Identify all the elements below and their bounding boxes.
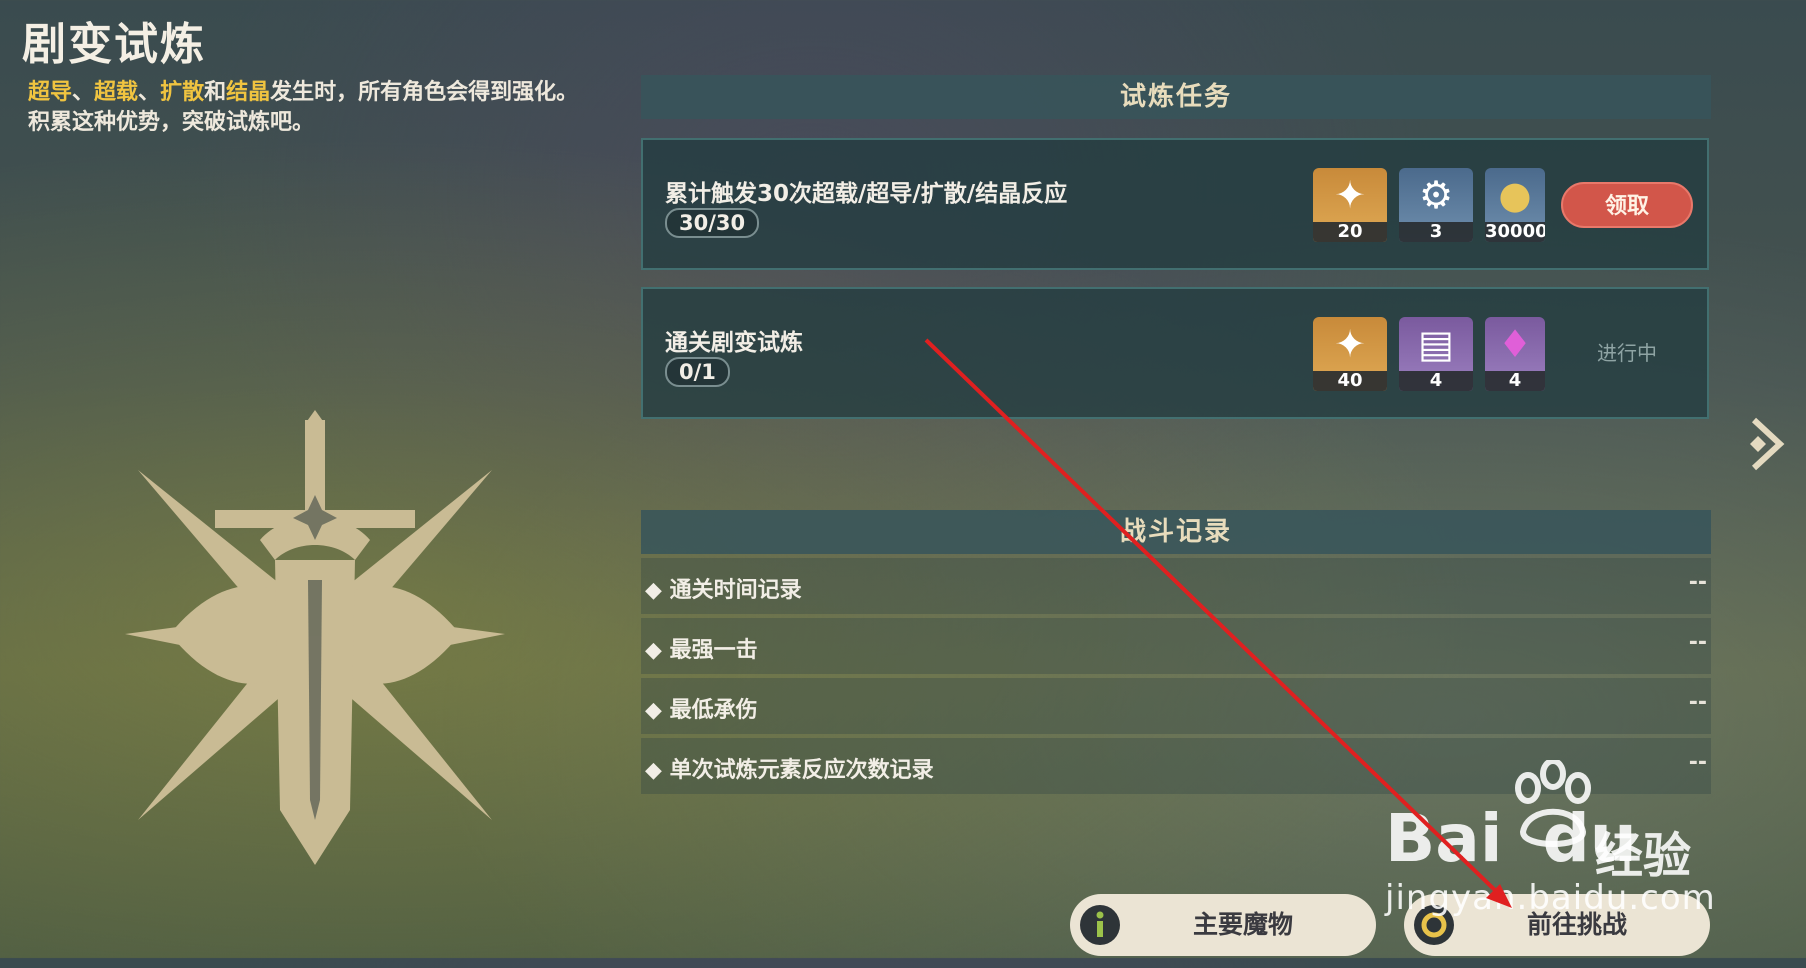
exp-book-icon: ▤ bbox=[1418, 322, 1454, 366]
primogem-icon: ✦ bbox=[1334, 173, 1366, 217]
record-row: ◆ 通关时间记录 -- bbox=[641, 558, 1711, 614]
tasks-header: 试炼任务 bbox=[641, 75, 1711, 119]
task-progress: 0/1 bbox=[665, 357, 730, 387]
desc-part: 超载 bbox=[94, 80, 139, 105]
task-title: 累计触发30次超载/超导/扩散/结晶反应 bbox=[665, 181, 1068, 207]
desc-part: 、 bbox=[72, 80, 95, 105]
task-progress: 30/30 bbox=[665, 208, 760, 238]
reward-exp-book[interactable]: ▤ 4 bbox=[1399, 317, 1473, 391]
reward-crystal[interactable]: ♦ 4 bbox=[1485, 317, 1545, 391]
baidu-watermark: Bai du 经验 jingyan.baidu.com bbox=[1385, 760, 1805, 918]
claim-button[interactable]: 领取 bbox=[1561, 182, 1693, 228]
reward-count: 4 bbox=[1399, 371, 1473, 391]
reward-mora[interactable]: ● 30000 bbox=[1485, 168, 1545, 242]
info-icon bbox=[1080, 905, 1120, 945]
next-arrow-icon[interactable] bbox=[1740, 414, 1790, 474]
record-label: ◆ 通关时间记录 bbox=[645, 578, 802, 603]
desc-part: 和 bbox=[204, 80, 227, 105]
main-monsters-label: 主要魔物 bbox=[1192, 910, 1293, 939]
record-row: ◆ 最低承伤 -- bbox=[641, 678, 1711, 734]
task-card: 累计触发30次超载/超导/扩散/结晶反应 30/30 ✦ 20 ⚙ 3 ● 30… bbox=[641, 138, 1709, 270]
record-label: ◆ 最强一击 bbox=[645, 638, 758, 663]
reward-weapon-ore[interactable]: ⚙ 3 bbox=[1399, 168, 1473, 242]
reward-primogem[interactable]: ✦ 20 bbox=[1313, 168, 1387, 242]
reward-count: 3 bbox=[1399, 222, 1473, 242]
record-label: ◆ 单次试炼元素反应次数记录 bbox=[645, 758, 934, 783]
task-card: 通关剧变试炼 0/1 ✦ 40 ▤ 4 ♦ 4 进行中 bbox=[641, 287, 1709, 419]
record-value: -- bbox=[1688, 690, 1707, 715]
desc-part: 扩散 bbox=[160, 80, 205, 105]
record-label: ◆ 最低承伤 bbox=[645, 698, 758, 723]
record-value: -- bbox=[1688, 630, 1707, 655]
desc-part: 结晶 bbox=[226, 80, 271, 105]
reward-count: 4 bbox=[1485, 371, 1545, 391]
reward-count: 30000 bbox=[1485, 222, 1545, 242]
main-monsters-button[interactable]: 主要魔物 bbox=[1070, 894, 1376, 956]
description: 超导、超载、扩散和结晶发生时，所有角色会得到强化。积累这种优势，突破试炼吧。 bbox=[28, 78, 588, 138]
crystal-icon: ♦ bbox=[1497, 322, 1533, 366]
reward-count: 40 bbox=[1313, 371, 1387, 391]
page-title: 剧变试炼 bbox=[22, 19, 206, 70]
record-row: ◆ 最强一击 -- bbox=[641, 618, 1711, 674]
status-in-progress: 进行中 bbox=[1597, 341, 1657, 365]
reward-primogem[interactable]: ✦ 40 bbox=[1313, 317, 1387, 391]
mora-icon: ● bbox=[1498, 173, 1532, 217]
sword-emblem-icon bbox=[125, 410, 505, 865]
records-header: 战斗记录 bbox=[641, 510, 1711, 554]
jingyan-logo-text: 经验 bbox=[1595, 828, 1692, 884]
watermark-url: jingyan.baidu.com bbox=[1385, 878, 1716, 918]
desc-part: 、 bbox=[138, 80, 161, 105]
desc-part: 超导 bbox=[28, 80, 73, 105]
reward-count: 20 bbox=[1313, 222, 1387, 242]
record-value: -- bbox=[1688, 570, 1707, 595]
weapon-ore-icon: ⚙ bbox=[1418, 173, 1454, 217]
primogem-icon: ✦ bbox=[1334, 322, 1366, 366]
task-title: 通关剧变试炼 bbox=[665, 330, 803, 356]
